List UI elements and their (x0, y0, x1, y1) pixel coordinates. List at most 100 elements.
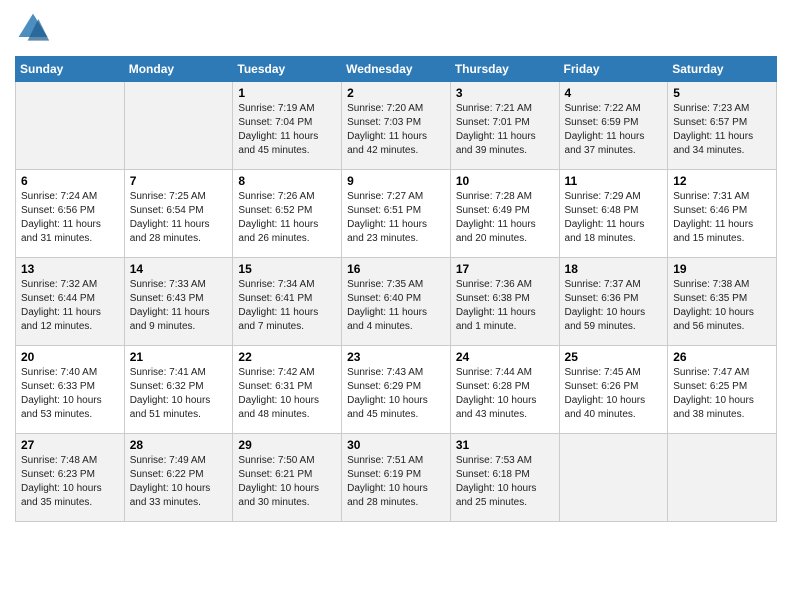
calendar-cell (124, 82, 233, 170)
logo (15, 10, 55, 46)
calendar-cell: 30 Sunrise: 7:51 AM Sunset: 6:19 PM Dayli… (342, 434, 451, 522)
day-info: Sunrise: 7:44 AM Sunset: 6:28 PM Dayligh… (456, 366, 554, 422)
day-info: Sunrise: 7:25 AM Sunset: 6:54 PM Dayligh… (130, 190, 228, 246)
day-info: Sunrise: 7:24 AM Sunset: 6:56 PM Dayligh… (21, 190, 119, 246)
calendar-cell: 20 Sunrise: 7:40 AM Sunset: 6:33 PM Dayli… (16, 346, 125, 434)
day-info: Sunrise: 7:27 AM Sunset: 6:51 PM Dayligh… (347, 190, 445, 246)
day-info: Sunrise: 7:40 AM Sunset: 6:33 PM Dayligh… (21, 366, 119, 422)
day-info: Sunrise: 7:43 AM Sunset: 6:29 PM Dayligh… (347, 366, 445, 422)
day-info: Sunrise: 7:41 AM Sunset: 6:32 PM Dayligh… (130, 366, 228, 422)
calendar-body: 1Sunrise: 7:19 AM Sunset: 7:04 PM Daylig… (16, 82, 777, 522)
day-number: 14 (130, 262, 228, 276)
calendar-cell: 27 Sunrise: 7:48 AM Sunset: 6:23 PM Dayli… (16, 434, 125, 522)
calendar-cell: 24 Sunrise: 7:44 AM Sunset: 6:28 PM Dayli… (450, 346, 559, 434)
day-number: 8 (238, 174, 336, 188)
calendar-cell: 22Sunrise: 7:42 AM Sunset: 6:31 PM Dayli… (233, 346, 342, 434)
day-number: 13 (21, 262, 119, 276)
calendar-table: SundayMondayTuesdayWednesdayThursdayFrid… (15, 56, 777, 522)
calendar-cell: 7 Sunrise: 7:25 AM Sunset: 6:54 PM Daylig… (124, 170, 233, 258)
day-info: Sunrise: 7:26 AM Sunset: 6:52 PM Dayligh… (238, 190, 336, 246)
weekday-header-tuesday: Tuesday (233, 57, 342, 82)
calendar-cell: 16Sunrise: 7:35 AM Sunset: 6:40 PM Dayli… (342, 258, 451, 346)
day-number: 19 (673, 262, 771, 276)
day-number: 12 (673, 174, 771, 188)
day-number: 9 (347, 174, 445, 188)
day-info: Sunrise: 7:34 AM Sunset: 6:41 PM Dayligh… (238, 278, 336, 334)
calendar-cell (559, 434, 668, 522)
day-info: Sunrise: 7:53 AM Sunset: 6:18 PM Dayligh… (456, 454, 554, 510)
day-info: Sunrise: 7:20 AM Sunset: 7:03 PM Dayligh… (347, 102, 445, 158)
day-number: 21 (130, 350, 228, 364)
weekday-header-sunday: Sunday (16, 57, 125, 82)
day-info: Sunrise: 7:42 AM Sunset: 6:31 PM Dayligh… (238, 366, 336, 422)
day-info: Sunrise: 7:51 AM Sunset: 6:19 PM Dayligh… (347, 454, 445, 510)
day-number: 3 (456, 86, 554, 100)
calendar-cell: 25Sunrise: 7:45 AM Sunset: 6:26 PM Dayli… (559, 346, 668, 434)
calendar-week-1: 1Sunrise: 7:19 AM Sunset: 7:04 PM Daylig… (16, 82, 777, 170)
day-info: Sunrise: 7:29 AM Sunset: 6:48 PM Dayligh… (565, 190, 663, 246)
day-info: Sunrise: 7:36 AM Sunset: 6:38 PM Dayligh… (456, 278, 554, 334)
day-info: Sunrise: 7:32 AM Sunset: 6:44 PM Dayligh… (21, 278, 119, 334)
calendar-cell: 6Sunrise: 7:24 AM Sunset: 6:56 PM Daylig… (16, 170, 125, 258)
weekday-header-wednesday: Wednesday (342, 57, 451, 82)
calendar-week-2: 6Sunrise: 7:24 AM Sunset: 6:56 PM Daylig… (16, 170, 777, 258)
calendar-cell: 21 Sunrise: 7:41 AM Sunset: 6:32 PM Dayli… (124, 346, 233, 434)
day-number: 5 (673, 86, 771, 100)
calendar-cell: 28Sunrise: 7:49 AM Sunset: 6:22 PM Dayli… (124, 434, 233, 522)
calendar-cell: 9 Sunrise: 7:27 AM Sunset: 6:51 PM Daylig… (342, 170, 451, 258)
day-number: 17 (456, 262, 554, 276)
day-info: Sunrise: 7:48 AM Sunset: 6:23 PM Dayligh… (21, 454, 119, 510)
day-number: 24 (456, 350, 554, 364)
calendar-cell: 1Sunrise: 7:19 AM Sunset: 7:04 PM Daylig… (233, 82, 342, 170)
page-container: SundayMondayTuesdayWednesdayThursdayFrid… (0, 0, 792, 532)
day-info: Sunrise: 7:21 AM Sunset: 7:01 PM Dayligh… (456, 102, 554, 158)
weekday-header-monday: Monday (124, 57, 233, 82)
calendar-cell: 13 Sunrise: 7:32 AM Sunset: 6:44 PM Dayli… (16, 258, 125, 346)
weekday-header-saturday: Saturday (668, 57, 777, 82)
calendar-cell: 4 Sunrise: 7:22 AM Sunset: 6:59 PM Daylig… (559, 82, 668, 170)
calendar-cell: 17 Sunrise: 7:36 AM Sunset: 6:38 PM Dayli… (450, 258, 559, 346)
calendar-cell: 11 Sunrise: 7:29 AM Sunset: 6:48 PM Dayli… (559, 170, 668, 258)
day-number: 26 (673, 350, 771, 364)
calendar-cell: 19 Sunrise: 7:38 AM Sunset: 6:35 PM Dayli… (668, 258, 777, 346)
calendar-cell: 26 Sunrise: 7:47 AM Sunset: 6:25 PM Dayli… (668, 346, 777, 434)
calendar-cell: 10Sunrise: 7:28 AM Sunset: 6:49 PM Dayli… (450, 170, 559, 258)
weekday-header-friday: Friday (559, 57, 668, 82)
day-info: Sunrise: 7:28 AM Sunset: 6:49 PM Dayligh… (456, 190, 554, 246)
day-info: Sunrise: 7:22 AM Sunset: 6:59 PM Dayligh… (565, 102, 663, 158)
day-info: Sunrise: 7:50 AM Sunset: 6:21 PM Dayligh… (238, 454, 336, 510)
day-number: 29 (238, 438, 336, 452)
calendar-cell: 31 Sunrise: 7:53 AM Sunset: 6:18 PM Dayli… (450, 434, 559, 522)
day-info: Sunrise: 7:38 AM Sunset: 6:35 PM Dayligh… (673, 278, 771, 334)
day-number: 20 (21, 350, 119, 364)
day-number: 16 (347, 262, 445, 276)
day-number: 18 (565, 262, 663, 276)
calendar-week-4: 20 Sunrise: 7:40 AM Sunset: 6:33 PM Dayli… (16, 346, 777, 434)
day-number: 27 (21, 438, 119, 452)
weekday-header-thursday: Thursday (450, 57, 559, 82)
day-info: Sunrise: 7:23 AM Sunset: 6:57 PM Dayligh… (673, 102, 771, 158)
day-info: Sunrise: 7:31 AM Sunset: 6:46 PM Dayligh… (673, 190, 771, 246)
calendar-cell: 14Sunrise: 7:33 AM Sunset: 6:43 PM Dayli… (124, 258, 233, 346)
calendar-cell: 29 Sunrise: 7:50 AM Sunset: 6:21 PM Dayli… (233, 434, 342, 522)
day-number: 15 (238, 262, 336, 276)
calendar-header: SundayMondayTuesdayWednesdayThursdayFrid… (16, 57, 777, 82)
day-number: 23 (347, 350, 445, 364)
day-info: Sunrise: 7:19 AM Sunset: 7:04 PM Dayligh… (238, 102, 336, 158)
calendar-cell: 2Sunrise: 7:20 AM Sunset: 7:03 PM Daylig… (342, 82, 451, 170)
day-number: 11 (565, 174, 663, 188)
calendar-cell (16, 82, 125, 170)
calendar-week-3: 13 Sunrise: 7:32 AM Sunset: 6:44 PM Dayli… (16, 258, 777, 346)
day-number: 7 (130, 174, 228, 188)
day-number: 30 (347, 438, 445, 452)
calendar-cell (668, 434, 777, 522)
logo-icon (15, 10, 51, 46)
day-number: 28 (130, 438, 228, 452)
calendar-cell: 3 Sunrise: 7:21 AM Sunset: 7:01 PM Daylig… (450, 82, 559, 170)
day-number: 25 (565, 350, 663, 364)
day-number: 4 (565, 86, 663, 100)
day-number: 31 (456, 438, 554, 452)
header (15, 10, 777, 46)
calendar-cell: 5 Sunrise: 7:23 AM Sunset: 6:57 PM Daylig… (668, 82, 777, 170)
day-info: Sunrise: 7:47 AM Sunset: 6:25 PM Dayligh… (673, 366, 771, 422)
